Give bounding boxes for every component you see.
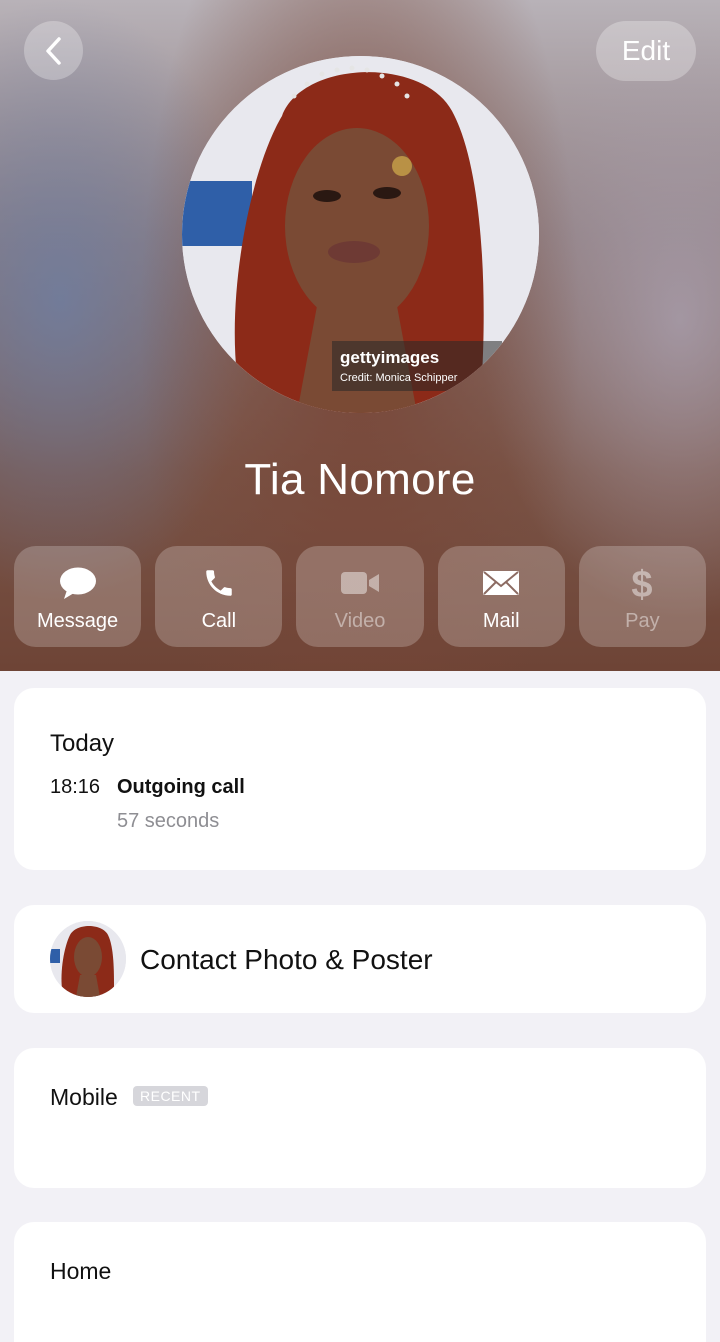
mail-label: Mail: [482, 610, 520, 632]
contact-avatar[interactable]: gettyimages Credit: Monica Schipper: [182, 56, 539, 413]
contact-header: Edit gettyimages Credit: Monica Schipper…: [0, 0, 720, 671]
dollar-icon: $: [632, 564, 653, 603]
phone-icon: [206, 570, 232, 596]
video-camera-icon: [341, 572, 379, 594]
video-button[interactable]: Video: [296, 546, 424, 647]
call-button[interactable]: Call: [155, 546, 283, 647]
message-button[interactable]: Message: [14, 546, 142, 647]
edit-button[interactable]: Edit: [596, 21, 696, 81]
envelope-icon: [483, 571, 520, 595]
call-label: Call: [201, 610, 237, 632]
mail-button[interactable]: Mail: [437, 546, 565, 647]
svg-text:$: $: [632, 564, 653, 603]
poster-thumbnail: [50, 921, 126, 997]
chevron-left-icon: [45, 36, 61, 65]
pay-button[interactable]: $ Pay: [578, 546, 707, 647]
poster-title: Contact Photo & Poster: [140, 944, 433, 975]
back-button[interactable]: [24, 21, 83, 80]
photo-credit: Credit: Monica Schipper: [340, 372, 458, 384]
contact-name: Tia Nomore: [244, 455, 476, 504]
home-label: Home: [50, 1258, 112, 1284]
quick-actions: Message Call Video Mail $ Pay: [14, 546, 707, 647]
video-label: Video: [334, 610, 386, 632]
photo-watermark: gettyimages: [340, 348, 439, 367]
call-time: 18:16: [50, 776, 101, 798]
call-type: Outgoing call: [117, 776, 245, 798]
recent-calls-card: Today 18:16 Outgoing call 57 seconds: [14, 688, 706, 870]
phone-label: Mobile: [50, 1084, 118, 1110]
contact-photo-poster-row[interactable]: Contact Photo & Poster: [14, 905, 706, 1013]
portrait-image: gettyimages Credit: Monica Schipper: [182, 56, 539, 413]
pay-label: Pay: [625, 610, 660, 632]
message-bubble-icon: [59, 567, 96, 599]
message-label: Message: [37, 610, 119, 632]
home-field-card[interactable]: Home: [14, 1222, 706, 1342]
recents-day: Today: [50, 730, 115, 757]
recent-badge: RECENT: [133, 1086, 208, 1106]
phone-mobile-card[interactable]: Mobile RECENT: [14, 1048, 706, 1188]
call-duration: 57 seconds: [117, 810, 220, 832]
